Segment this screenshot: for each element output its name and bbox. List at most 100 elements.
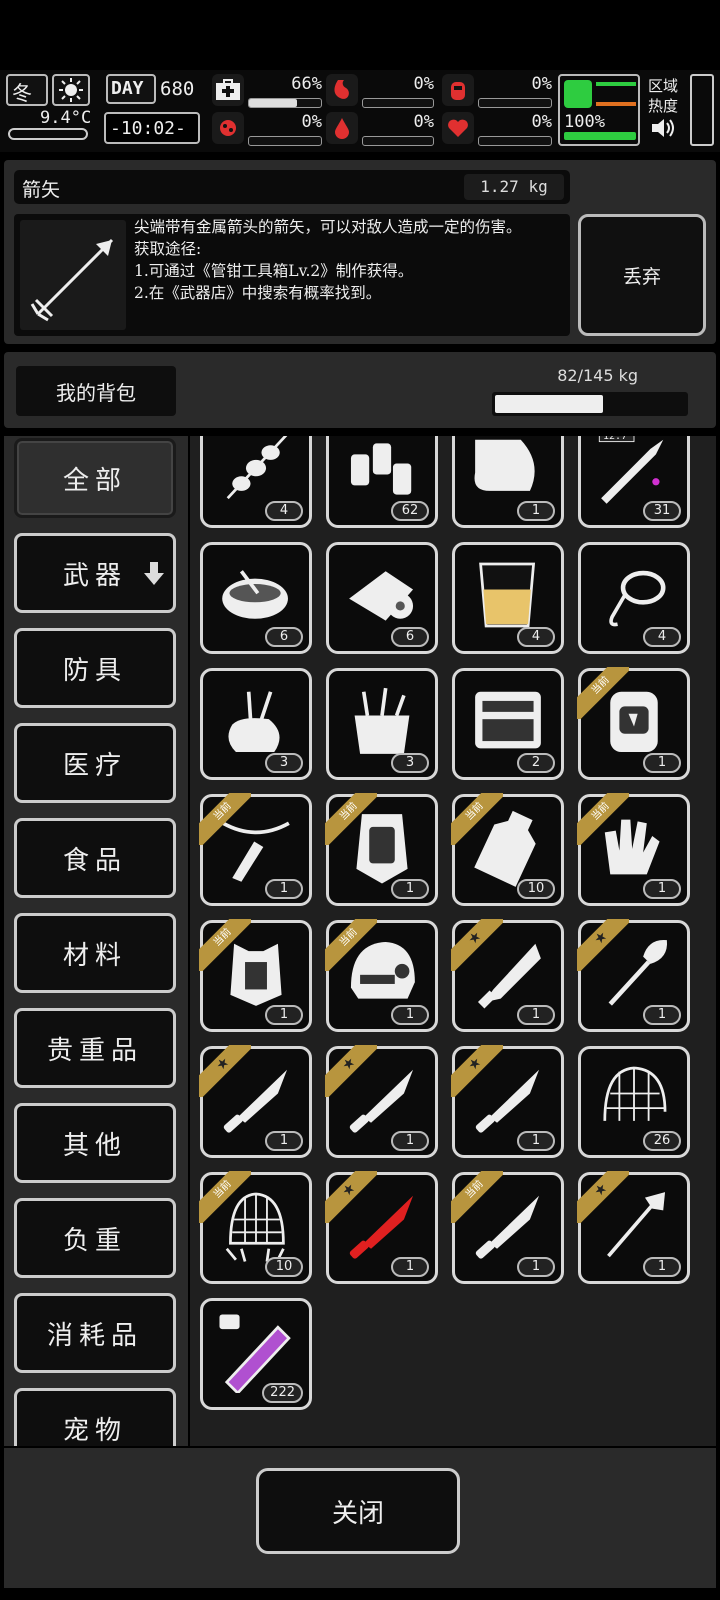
inventory-slot[interactable]: 当前 1 [577, 667, 690, 780]
inventory-slot[interactable]: 当前 1 [325, 919, 438, 1032]
category-label: 食品 [62, 845, 127, 876]
item-count: 1 [643, 1257, 681, 1277]
day-count: 680 [160, 78, 195, 100]
drop-button[interactable]: 丢弃 [578, 214, 706, 336]
equipped-ribbon: 当前 [325, 793, 377, 845]
inventory-slot[interactable]: ★ 1 [199, 1045, 312, 1158]
inventory-slot[interactable]: ★ 1 [577, 919, 690, 1032]
star-ribbon-icon: ★ [451, 919, 503, 971]
close-button[interactable]: 关闭 [256, 1468, 460, 1554]
item-title-bar: 箭矢 1.27 kg [14, 170, 570, 204]
speaker-icon[interactable] [650, 116, 676, 140]
inventory-slot[interactable]: 当前 1 [577, 793, 690, 906]
boot-icon [564, 80, 592, 108]
infection-stat: 0% [212, 112, 324, 146]
item-count: 1 [643, 753, 681, 773]
equipped-ribbon: 当前 [325, 919, 377, 971]
inventory-slot[interactable]: 当前 1 [451, 1171, 564, 1284]
tool-bag-icon [228, 691, 280, 753]
inventory-slot[interactable]: 6 [326, 542, 438, 654]
bag-header: 我的背包 82/145 kg [4, 352, 716, 428]
category-tab[interactable]: 防具 [14, 628, 176, 708]
category-tab[interactable]: 全部 [14, 438, 176, 518]
star-ribbon-icon: ★ [325, 1045, 377, 1097]
item-count: 2 [517, 753, 555, 773]
item-count: 1 [517, 1131, 555, 1151]
bandage-icon [349, 571, 414, 621]
inventory-slot[interactable]: 4 [200, 436, 312, 528]
mood-pct: 0% [531, 112, 552, 132]
category-sidebar[interactable]: 全部武器防具医疗食品材料贵重品其他负重消耗品宠物 [4, 436, 188, 1446]
inventory-slot[interactable]: ★ 1 [451, 1045, 564, 1158]
item-count: 31 [643, 501, 681, 521]
item-count: 1 [643, 879, 681, 899]
equipped-ribbon: 当前 [577, 793, 629, 845]
inventory-slot[interactable]: 当前 1 [325, 793, 438, 906]
category-tab[interactable]: 负重 [14, 1198, 176, 1278]
item-count: 1 [517, 1257, 555, 1277]
item-count: 1 [265, 1131, 303, 1151]
star-ribbon-icon: ★ [577, 919, 629, 971]
rope-hook-icon [609, 570, 666, 627]
net-icon [603, 1066, 667, 1121]
infection-pct: 0% [301, 112, 322, 132]
item-count: 1 [517, 1005, 555, 1025]
arrow-item-icon [20, 220, 126, 330]
category-tab[interactable]: 材料 [14, 913, 176, 993]
season-label: 冬 [12, 81, 32, 105]
blood-drop-icon [326, 112, 358, 144]
thirst-stat: 0% [442, 74, 554, 108]
stamina-box: 100% [558, 74, 640, 146]
bleeding-pct: 0% [413, 112, 434, 132]
inventory-slot[interactable]: ★ 1 [325, 1171, 438, 1284]
category-tab[interactable]: 医疗 [14, 723, 176, 803]
wrench-case-icon [475, 691, 541, 749]
category-label: 贵重品 [46, 1035, 143, 1066]
category-tab[interactable]: 食品 [14, 818, 176, 898]
bullet-icon: 12.7 [598, 436, 664, 504]
inventory-slot[interactable]: ★ 1 [577, 1171, 690, 1284]
equipped-ribbon: 当前 [199, 919, 251, 971]
bladder-icon [442, 74, 474, 106]
health-pct: 66% [291, 74, 322, 94]
inventory-slot[interactable]: 当前 1 [199, 919, 312, 1032]
category-tab[interactable]: 武器 [14, 533, 176, 613]
category-tab[interactable]: 宠物 [14, 1388, 176, 1446]
inventory-grid[interactable]: 4 62 1 12.7 31 6 6 4 4 3 3 2 当前 1 当前 1 当前 1 当前 10 当前 1 当前 1 当前 1 ★… [190, 436, 716, 1446]
category-tab[interactable]: 其他 [14, 1103, 176, 1183]
item-description-box[interactable]: 尖端带有金属箭头的箭矢，可以对敌人造成一定的伤害。 获取途径: 1.可通过《管钳… [14, 214, 570, 336]
inventory-slot[interactable]: 1 [452, 436, 564, 528]
inventory-slot[interactable]: ★ 1 [325, 1045, 438, 1158]
inventory-slot[interactable]: ★ 1 [451, 919, 564, 1032]
equipped-label: 当前 [199, 919, 251, 971]
category-label: 其他 [62, 1130, 127, 1161]
inventory-slot[interactable]: 4 [452, 542, 564, 654]
zone-heat-meter [690, 74, 714, 146]
inventory-slot[interactable]: 当前 10 [199, 1171, 312, 1284]
temperature-readout: 9.4°C [40, 108, 92, 128]
item-name: 箭矢 [22, 179, 61, 201]
inventory-slot[interactable]: 3 [326, 668, 438, 780]
inventory-slot[interactable]: 3 [200, 668, 312, 780]
item-count: 10 [265, 1257, 303, 1277]
item-count: 222 [262, 1383, 303, 1403]
inventory-slot[interactable]: 12.7 31 [578, 436, 690, 528]
item-count: 6 [391, 627, 429, 647]
category-label: 宠物 [62, 1415, 127, 1446]
health-bar [248, 98, 322, 108]
inventory-slot[interactable]: 6 [200, 542, 312, 654]
item-count: 1 [391, 1257, 429, 1277]
inventory-slot[interactable]: 2 [452, 668, 564, 780]
footer: 关闭 [4, 1448, 716, 1588]
star-ribbon-icon: ★ [325, 1171, 377, 1223]
inventory-slot[interactable]: 当前 1 [199, 793, 312, 906]
category-tab[interactable]: 消耗品 [14, 1293, 176, 1373]
item-description: 尖端带有金属箭头的箭矢，可以对敌人造成一定的伤害。 获取途径: 1.可通过《管钳… [134, 218, 522, 302]
inventory-slot[interactable]: 当前 10 [451, 793, 564, 906]
inventory-slot[interactable]: 62 [326, 436, 438, 528]
inventory-slot[interactable]: 222 [200, 1298, 312, 1410]
inventory-slot[interactable]: 26 [578, 1046, 690, 1158]
inventory-slot[interactable]: 4 [578, 542, 690, 654]
status-hud: 冬 9.4°C DAY 680 -10:02- 66% 0% 0% 0% 0% [0, 70, 720, 152]
category-tab[interactable]: 贵重品 [14, 1008, 176, 1088]
